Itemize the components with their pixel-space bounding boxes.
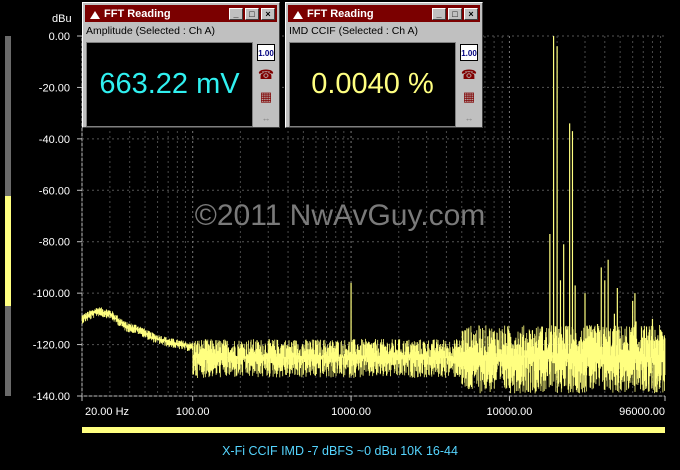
- close-button[interactable]: ×: [261, 7, 275, 20]
- fft-reading-window-imd[interactable]: FFT Reading _ □ × IMD CCIF (Selected : C…: [285, 2, 483, 128]
- y-tick-label: 0.00: [49, 31, 70, 43]
- y-tick-label: -60.00: [39, 185, 70, 197]
- x-tick-label: 100.00: [176, 406, 210, 418]
- title-bar[interactable]: FFT Reading _ □ ×: [85, 5, 277, 22]
- reading-value: 663.22 mV: [86, 42, 253, 127]
- fft-reading-window-amplitude[interactable]: FFT Reading _ □ × Amplitude (Selected : …: [82, 2, 280, 128]
- y-tick-label: -140.00: [33, 391, 70, 403]
- maximize-button[interactable]: □: [448, 7, 462, 20]
- minimize-button[interactable]: _: [229, 7, 243, 20]
- noise-floor: [81, 307, 666, 394]
- watermark: ©2011 NwAvGuy.com: [194, 199, 486, 232]
- y-tick-label: -120.00: [33, 340, 70, 352]
- window-title: FFT Reading: [307, 7, 374, 20]
- x-axis-ticks: 20.00 Hz 100.00 1000.00 10000.00 96000.00: [81, 396, 666, 418]
- close-button[interactable]: ×: [464, 7, 478, 20]
- x-tick-label: 20.00 Hz: [85, 406, 129, 418]
- app-icon[interactable]: [291, 8, 303, 20]
- scale-button[interactable]: 1.00: [257, 44, 275, 61]
- y-tick-label: -40.00: [39, 134, 70, 146]
- reading-label: IMD CCIF (Selected : Ch A): [289, 25, 418, 37]
- reading-label: Amplitude (Selected : Ch A): [86, 25, 215, 37]
- y-tick-label: -80.00: [39, 237, 70, 249]
- y-tick-label: -100.00: [33, 288, 70, 300]
- arrows-icon[interactable]: ↔: [460, 110, 478, 127]
- y-axis-label: dBu: [52, 13, 72, 25]
- x-tick-label: 1000.00: [331, 406, 371, 418]
- arrows-icon[interactable]: ↔: [257, 110, 275, 127]
- y-tick-label: -20.00: [39, 82, 70, 94]
- window-title: FFT Reading: [104, 7, 171, 20]
- grid-icon[interactable]: ▦: [257, 88, 275, 105]
- minimize-button[interactable]: _: [432, 7, 446, 20]
- scale-button[interactable]: 1.00: [460, 44, 478, 61]
- title-bar[interactable]: FFT Reading _ □ ×: [288, 5, 480, 22]
- chart-caption: X-Fi CCIF IMD -7 dBFS ~0 dBu 10K 16-44: [222, 444, 458, 458]
- meter-icon[interactable]: ☎: [460, 66, 478, 83]
- grid-icon[interactable]: ▦: [460, 88, 478, 105]
- x-tick-label: 96000.00: [619, 406, 665, 418]
- maximize-button[interactable]: □: [245, 7, 259, 20]
- app-icon[interactable]: [88, 8, 100, 20]
- horizontal-scrollbar[interactable]: [82, 427, 665, 433]
- meter-icon[interactable]: ☎: [257, 66, 275, 83]
- x-tick-label: 10000.00: [486, 406, 532, 418]
- reading-value: 0.0040 %: [289, 42, 456, 127]
